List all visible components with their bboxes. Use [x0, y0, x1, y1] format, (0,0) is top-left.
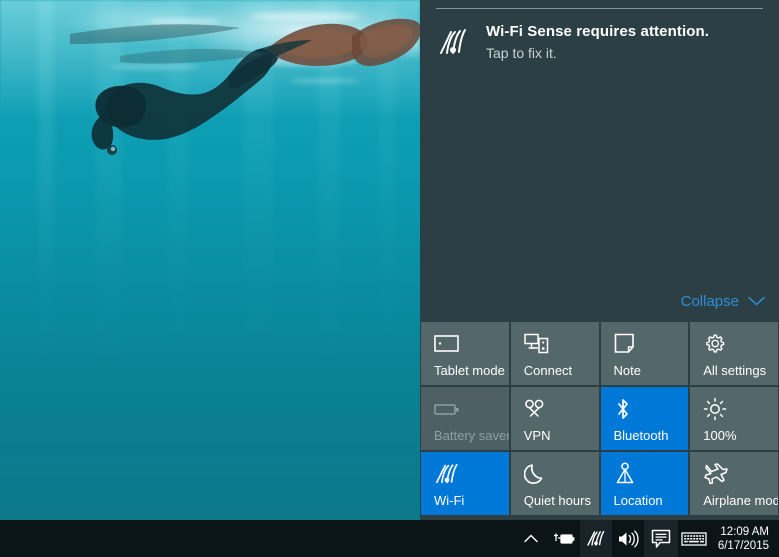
quick-action-label: Wi-Fi — [434, 493, 465, 508]
collapse-button[interactable]: Collapse — [681, 293, 765, 310]
notification-subtitle: Tap to fix it. — [486, 45, 557, 61]
quick-action-label: Connect — [523, 363, 573, 378]
quick-actions-grid: Tablet mode Connect Note All settings Ba… — [420, 322, 779, 515]
wifi-sense-icon — [420, 22, 486, 57]
quick-action-label: Battery saver — [434, 428, 509, 443]
battery-charging-icon[interactable] — [548, 520, 580, 557]
quick-action-label: Tablet mode — [434, 363, 505, 378]
collapse-label: Collapse — [680, 292, 739, 310]
gear-icon — [703, 332, 729, 356]
taskbar: 12:09 AM 6/17/2015 — [0, 520, 779, 557]
screen: Wi-Fi Sense requires attention. Tap to f… — [0, 0, 779, 557]
quick-action-wifi[interactable]: Wi-Fi — [421, 452, 509, 515]
panel-top-divider — [436, 8, 763, 9]
moon-icon — [523, 462, 550, 486]
clock-time: 12:09 AM — [720, 525, 769, 538]
system-tray: 12:09 AM 6/17/2015 — [514, 520, 779, 557]
location-icon — [614, 462, 640, 486]
network-wifi-icon[interactable] — [579, 520, 612, 557]
quick-action-tablet-mode[interactable]: Tablet mode — [421, 322, 509, 385]
vpn-icon — [524, 397, 550, 421]
quick-action-quiet-hours[interactable]: Quiet hours — [510, 452, 599, 515]
connect-icon — [524, 332, 550, 356]
notification-title: Wi-Fi Sense requires attention. — [486, 23, 710, 40]
quick-action-location[interactable]: Location — [600, 452, 689, 515]
swimmer-silhouette — [60, 10, 420, 200]
show-hidden-icons-chevron[interactable] — [514, 520, 548, 557]
desktop-wallpaper[interactable] — [0, 0, 420, 520]
action-center-panel: Wi-Fi Sense requires attention. Tap to f… — [420, 0, 779, 520]
battery-icon — [434, 397, 460, 421]
taskbar-clock[interactable]: 12:09 AM 6/17/2015 — [710, 520, 779, 557]
wifi-icon — [434, 462, 460, 486]
notification-text: Wi-Fi Sense requires attention. Tap to f… — [486, 22, 779, 63]
quick-action-airplane-mode[interactable]: Airplane mode — [690, 452, 778, 515]
quick-action-all-settings[interactable]: All settings — [690, 322, 778, 385]
collapse-row: Collapse — [420, 286, 779, 316]
brightness-icon — [703, 397, 729, 421]
tablet-icon — [434, 332, 460, 356]
quick-action-brightness[interactable]: 100% — [690, 387, 778, 450]
quick-action-bluetooth[interactable]: Bluetooth — [600, 387, 689, 450]
airplane-icon — [703, 462, 729, 486]
note-icon — [614, 332, 640, 356]
volume-icon[interactable] — [612, 520, 644, 557]
action-center-icon[interactable] — [643, 520, 678, 557]
light-ray — [38, 0, 54, 520]
quick-action-battery-saver[interactable]: Battery saver — [421, 387, 509, 450]
quick-action-note[interactable]: Note — [600, 322, 689, 385]
quick-action-label: VPN — [523, 428, 551, 443]
quick-action-label: All settings — [703, 363, 767, 378]
clock-date: 6/17/2015 — [717, 539, 769, 552]
chevron-down-icon — [748, 293, 765, 310]
quick-action-vpn[interactable]: VPN — [510, 387, 599, 450]
touch-keyboard-icon[interactable] — [678, 520, 710, 557]
quick-action-label: 100% — [703, 428, 737, 443]
quick-action-label: Location — [613, 493, 663, 508]
quick-action-connect[interactable]: Connect — [510, 322, 599, 385]
quick-action-label: Quiet hours — [523, 493, 591, 508]
notification-wifi-sense[interactable]: Wi-Fi Sense requires attention. Tap to f… — [420, 12, 779, 72]
quick-action-label: Bluetooth — [613, 428, 669, 443]
quick-action-label: Note — [613, 363, 641, 378]
bluetooth-icon — [614, 397, 640, 421]
quick-action-label: Airplane mode — [703, 493, 778, 508]
